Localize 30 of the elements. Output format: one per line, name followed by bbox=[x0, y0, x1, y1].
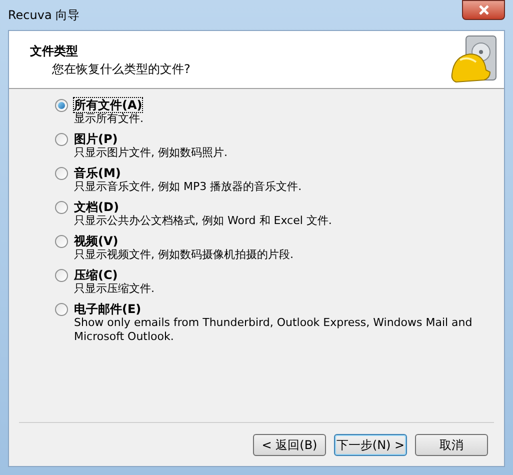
radio-button[interactable] bbox=[55, 302, 68, 316]
option-label[interactable]: 视频(V) bbox=[74, 234, 118, 248]
option-label[interactable]: 电子邮件(E) bbox=[74, 302, 142, 316]
radio-button[interactable] bbox=[55, 268, 68, 282]
radio-button[interactable] bbox=[55, 132, 68, 146]
radio-button[interactable] bbox=[55, 234, 68, 248]
option-label[interactable]: 所有文件(A) bbox=[74, 98, 142, 112]
option-description: 显示所有文件. bbox=[73, 112, 144, 126]
header-subtitle: 您在恢复什么类型的文件? bbox=[51, 60, 190, 78]
hard-drive-helmet-icon bbox=[450, 34, 498, 86]
option-description: 只显示公共办公文档格式, 例如 Word 和 Excel 文件. bbox=[73, 214, 333, 228]
radio-button[interactable] bbox=[55, 98, 68, 112]
header-title: 文件类型 bbox=[30, 42, 79, 60]
option-label[interactable]: 文档(D) bbox=[74, 200, 119, 214]
option-description: Show only emails from Thunderbird, Outlook Express, Windows Mail and Microsoft Outlook. bbox=[73, 316, 474, 344]
wizard-button[interactable]: 下一步(N) > bbox=[334, 434, 407, 456]
wizard-button[interactable]: < 返回(B) bbox=[253, 434, 326, 456]
option-label[interactable]: 图片(P) bbox=[74, 132, 118, 146]
option-description: 只显示视频文件, 例如数码摄像机拍摄的片段. bbox=[73, 248, 294, 262]
wizard-button[interactable]: 取消 bbox=[415, 434, 488, 456]
radio-button[interactable] bbox=[55, 200, 68, 214]
option-label[interactable]: 音乐(M) bbox=[74, 166, 121, 180]
window-title: Recuva 向导 bbox=[8, 7, 80, 24]
option-description: 只显示图片文件, 例如数码照片. bbox=[73, 146, 228, 160]
option-description: 只显示音乐文件, 例如 MP3 播放器的音乐文件. bbox=[73, 180, 303, 194]
option-description: 只显示压缩文件. bbox=[73, 282, 156, 296]
close-icon bbox=[478, 5, 490, 15]
close-button[interactable] bbox=[462, 0, 505, 20]
option-label[interactable]: 压缩(C) bbox=[74, 268, 118, 282]
radio-button[interactable] bbox=[55, 166, 68, 180]
